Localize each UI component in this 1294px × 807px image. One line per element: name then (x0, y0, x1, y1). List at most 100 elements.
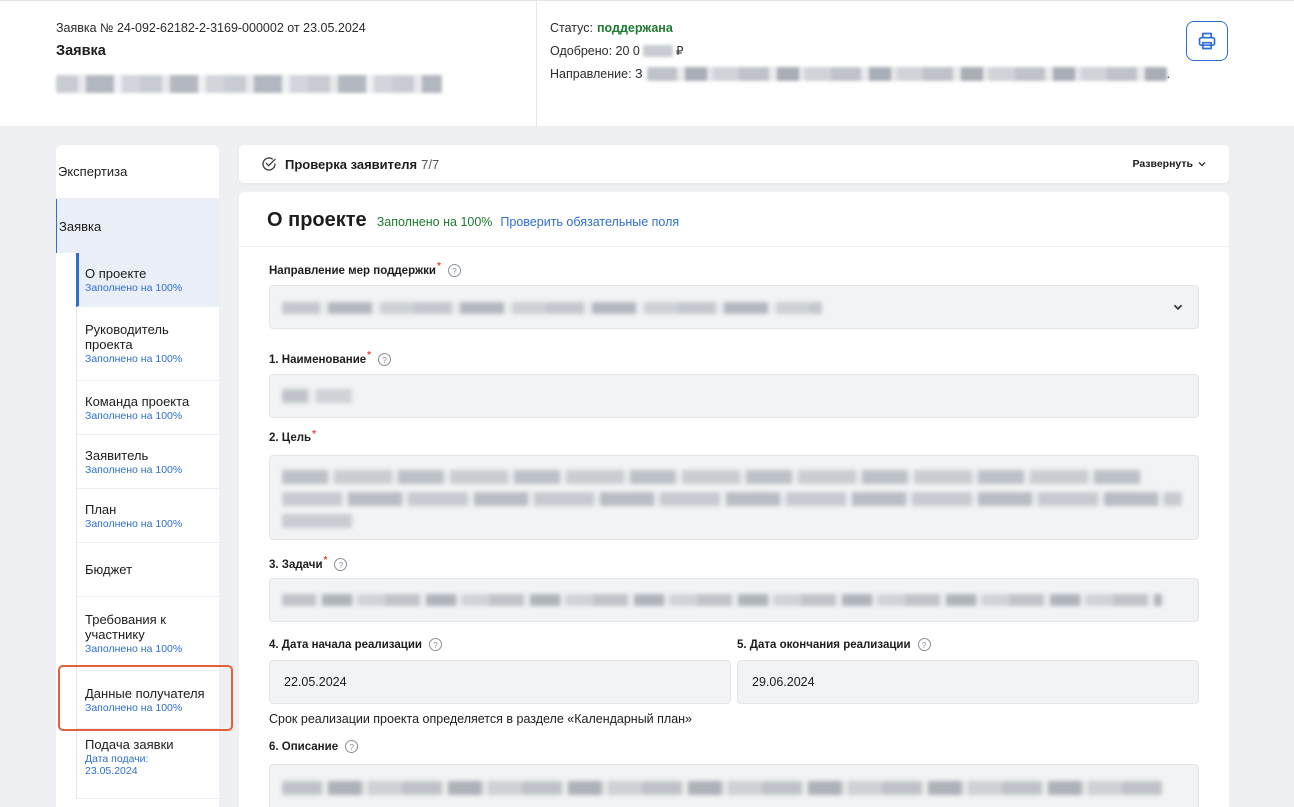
sidebar-item-label: О проекте (85, 265, 147, 281)
name-field-label: 1. Наименование *? (269, 350, 392, 366)
tasks-value-redacted (282, 594, 1162, 606)
description-textarea[interactable] (269, 764, 1199, 807)
header-divider (536, 1, 537, 127)
print-button[interactable] (1186, 21, 1228, 61)
sidebar-item-label: Команда проекта (85, 393, 190, 409)
check-count: 7/7 (421, 156, 440, 172)
sidebar-item-status: Дата подачи: 23.05.2024 (85, 753, 149, 777)
field-label-text: 3. Задачи (269, 558, 323, 571)
panel-header: О проекте Заполнено на 100% Проверить об… (239, 192, 1229, 247)
field-label-text: 6. Описание (269, 740, 339, 753)
end-date-field-label: 5. Дата окончания реализации? (737, 638, 931, 651)
sidebar-item-status: Заполнено на 100% (85, 409, 183, 422)
application-title: Заявка (56, 43, 106, 59)
direction-row: Направление: З . (550, 67, 1230, 81)
sidebar-item-application[interactable]: Заявка (56, 199, 219, 253)
help-icon[interactable]: ? (378, 353, 392, 366)
application-summary: Статус: поддержана Одобрено: 20 0 ₽ Напр… (550, 21, 1230, 90)
printer-icon (1198, 32, 1216, 50)
name-input[interactable] (269, 374, 1199, 418)
sidebar-item-status: Заполнено на 100% (85, 463, 183, 476)
direction-value-redacted (282, 302, 822, 314)
sidebar-item-status: Заполнено на 100% (85, 643, 183, 655)
tasks-input[interactable] (269, 578, 1199, 622)
chevron-down-icon (1198, 162, 1206, 167)
sidebar-item-status: Заполнено на 100% (85, 517, 183, 530)
direction-value-redacted (646, 67, 1167, 81)
help-icon[interactable]: ? (428, 638, 442, 651)
sidebar-item-recipient-data[interactable]: Данные получателя Заполнено на 100% (77, 671, 219, 729)
direction-field-label: Направление мер поддержки *? (269, 261, 461, 277)
page-title: О проекте (267, 209, 367, 231)
sidebar-item-label: Подача заявки (85, 737, 174, 752)
goal-value-redacted (282, 492, 1182, 506)
field-label-text: 1. Наименование (269, 353, 367, 366)
goal-value-redacted (282, 470, 1142, 484)
sidebar-item-plan[interactable]: План Заполнено на 100% (77, 489, 219, 543)
goal-field-label: 2. Цель * (269, 428, 317, 445)
sidebar: Экспертиза Заявка О проекте Заполнено на… (56, 145, 219, 807)
application-header: Заявка № 24-092-62182-2-3169-000002 от 2… (0, 0, 1294, 127)
sidebar-item-label: Требования к участнику (85, 612, 166, 642)
status-badge: поддержана (597, 21, 673, 35)
fill-status: Заполнено на 100% (376, 215, 493, 229)
required-marker: * (323, 555, 328, 566)
expand-label: Развернуть (1132, 158, 1193, 170)
sidebar-item-status: Заполнено на 100% (85, 353, 183, 365)
help-icon[interactable]: ? (345, 740, 359, 753)
sidebar-item-label: Заявитель (85, 447, 149, 463)
sidebar-item-project-team[interactable]: Команда проекта Заполнено на 100% (77, 381, 219, 435)
help-icon[interactable]: ? (917, 638, 931, 651)
about-project-panel: О проекте Заполнено на 100% Проверить об… (239, 192, 1229, 807)
required-marker: * (367, 350, 372, 361)
sidebar-item-participant-requirements[interactable]: Требования к участнику Заполнено на 100% (77, 597, 219, 671)
sidebar-item-about-project[interactable]: О проекте Заполнено на 100% (76, 253, 219, 307)
currency-sign: ₽ (675, 44, 684, 58)
goal-textarea[interactable] (269, 455, 1199, 540)
organization-name-redacted (56, 75, 442, 93)
application-info: Заявка № 24-092-62182-2-3169-000002 от 2… (56, 21, 536, 98)
sidebar-item-label: Бюджет (85, 562, 133, 577)
direction-select[interactable] (269, 285, 1199, 329)
check-required-link[interactable]: Проверить обязательные поля (500, 215, 679, 229)
start-date-input[interactable]: 22.05.2024 (269, 660, 731, 704)
status-label: Статус: (550, 21, 593, 35)
chevron-down-icon (1173, 304, 1183, 311)
tasks-field-label: 3. Задачи *? (269, 555, 348, 571)
period-note: Срок реализации проекта определяется в р… (269, 712, 693, 726)
start-date-field-label: 4. Дата начала реализации? (269, 638, 442, 651)
sidebar-item-submission[interactable]: Подача заявки Дата подачи: 23.05.2024 (77, 729, 219, 799)
sidebar-item-project-leader[interactable]: Руководитель проекта Заполнено на 100% (77, 307, 219, 381)
sidebar-item-status: Заполнено на 100% (85, 281, 183, 294)
description-field-label: 6. Описание? (269, 740, 359, 753)
approved-sum-redacted (642, 45, 673, 57)
direction-label: Направление: З (550, 67, 643, 81)
direction-end: . (1166, 67, 1171, 81)
approved-row: Одобрено: 20 0 ₽ (550, 44, 1230, 58)
sidebar-item-label: План (85, 501, 117, 517)
sidebar-item-status: Заполнено на 100% (85, 701, 183, 714)
sidebar-item-applicant[interactable]: Заявитель Заполнено на 100% (77, 435, 219, 489)
field-label-text: 4. Дата начала реализации (269, 638, 422, 651)
help-icon[interactable]: ? (447, 264, 461, 277)
end-date-input[interactable]: 29.06.2024 (737, 660, 1199, 704)
sidebar-item-label: Данные получателя (85, 685, 205, 701)
check-badge-icon (262, 157, 276, 171)
application-number: Заявка № 24-092-62182-2-3169-000002 от 2… (56, 21, 366, 35)
status-row: Статус: поддержана (550, 21, 1230, 35)
help-icon[interactable]: ? (334, 558, 348, 571)
field-label-text: Направление мер поддержки (269, 264, 436, 277)
name-value-redacted (282, 389, 352, 403)
sidebar-item-expertise[interactable]: Экспертиза (56, 145, 219, 199)
required-marker: * (312, 428, 317, 440)
sidebar-item-budget[interactable]: Бюджет (77, 543, 219, 597)
check-title: Проверка заявителя (285, 156, 418, 172)
required-marker: * (436, 261, 441, 272)
field-label-text: 2. Цель (269, 432, 312, 444)
expand-button[interactable]: Развернуть (1132, 158, 1207, 170)
sidebar-subnav: О проекте Заполнено на 100% Руководитель… (76, 253, 219, 799)
goal-value-redacted (282, 514, 352, 528)
sidebar-item-label: Руководитель проекта (85, 322, 169, 352)
approved-label: Одобрено: 20 0 (550, 44, 640, 58)
applicant-check-bar[interactable]: Проверка заявителя 7/7 Развернуть (239, 145, 1229, 183)
